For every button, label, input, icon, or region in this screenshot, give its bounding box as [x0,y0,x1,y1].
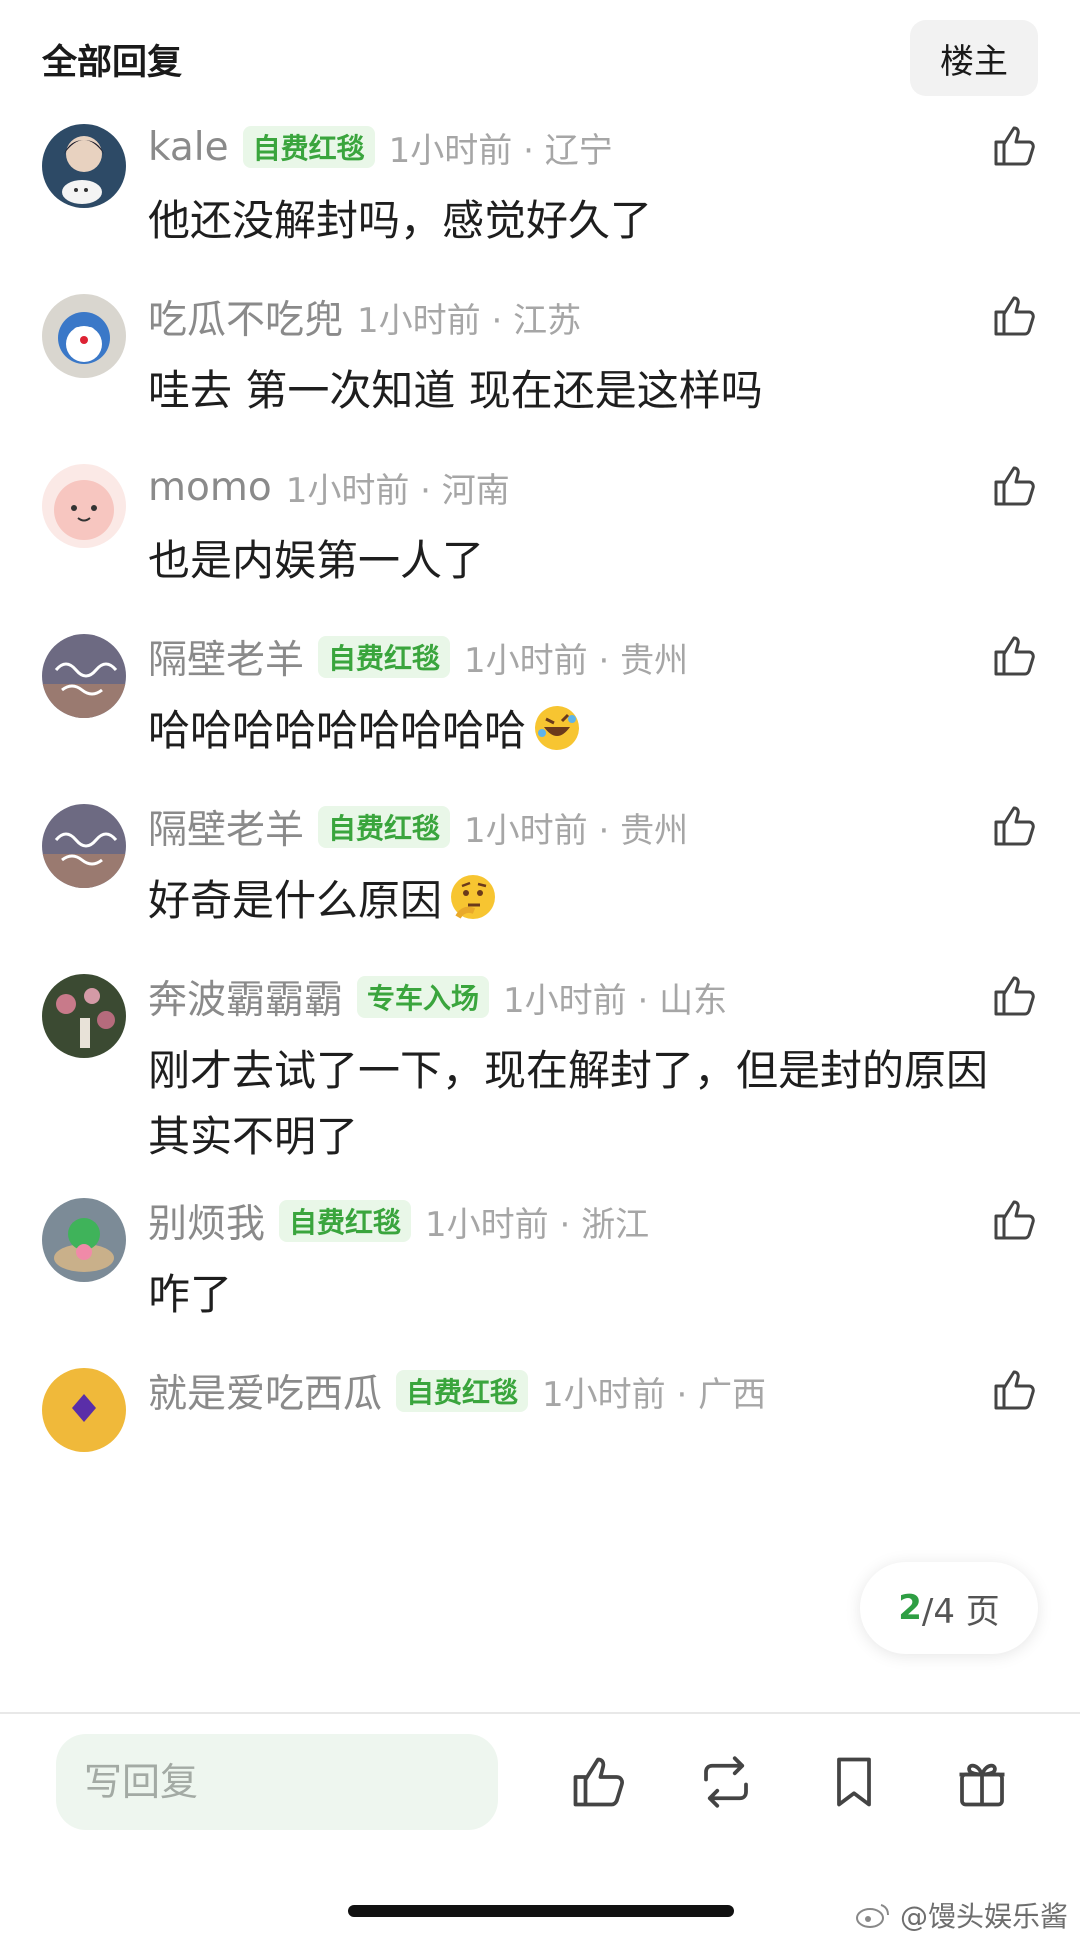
thinking-face-emoji [448,873,498,923]
username[interactable]: 吃瓜不吃兜 [148,289,343,345]
comment-time: 1小时前 · 贵州 [464,640,689,681]
like-icon[interactable] [568,1752,628,1812]
comment-meta: 隔壁老羊 自费红毯 1小时前 · 贵州 [148,629,689,685]
current-page: 2 [898,1588,922,1628]
thumbs-up-icon[interactable] [990,122,1038,170]
reply-input[interactable] [56,1734,498,1830]
comment-list[interactable]: kale 自费红毯 1小时前 · 辽宁 他还没解封吗，感觉好久了 吃瓜不吃兜 1… [0,110,1080,1712]
username[interactable]: 别烦我 [148,1193,265,1249]
user-badge: 自费红毯 [279,1200,412,1242]
comment-time: 1小时前 · 贵州 [464,810,689,851]
thumbs-up-icon[interactable] [990,972,1038,1020]
avatar[interactable] [42,294,126,378]
user-badge: 专车入场 [357,976,490,1018]
comment-time: 1小时前 · 河南 [285,470,510,511]
header: 全部回复 楼主 [0,0,1080,110]
username[interactable]: 隔壁老羊 [148,799,304,855]
avatar[interactable] [42,464,126,548]
avatar[interactable] [42,804,126,888]
page-indicator[interactable]: 2 /4 页 [860,1562,1038,1654]
page-title: 全部回复 [42,43,183,83]
thumbs-up-icon[interactable] [990,632,1038,680]
comment-meta: momo 1小时前 · 河南 [148,462,510,512]
comment-text: 他还没解封吗，感觉好久了 [148,196,653,245]
comment-time: 1小时前 · 浙江 [425,1204,650,1245]
comment-text: 也是内娱第一人了 [148,536,485,585]
comment-time: 1小时前 · 广西 [542,1374,767,1415]
bottom-action-bar: @馒头娱乐酱 [0,1712,1080,1941]
username[interactable]: 就是爱吃西瓜 [148,1363,382,1419]
thumbs-up-icon[interactable] [990,1196,1038,1244]
weibo-logo-icon [856,1904,889,1928]
username[interactable]: momo [148,465,272,510]
comment-text: 刚才去试了一下，现在解封了，但是封的原因其实不明了 [148,1046,989,1161]
comment-time: 1小时前 · 辽宁 [388,130,613,171]
thumbs-up-icon[interactable] [990,462,1038,510]
watermark-text: @馒头娱乐酱 [900,1900,1069,1933]
comment-text: 哈哈哈哈哈哈哈哈哈 [148,698,1028,764]
home-indicator[interactable] [348,1905,734,1917]
avatar[interactable] [42,634,126,718]
total-pages: /4 页 [921,1591,1000,1632]
username[interactable]: kale [148,125,229,170]
comment-text: 咋了 [148,1270,233,1319]
avatar[interactable] [42,1198,126,1282]
username[interactable]: 奔波霸霸霸 [148,969,343,1025]
comment-time: 1小时前 · 江苏 [357,300,582,341]
thumbs-up-icon[interactable] [990,292,1038,340]
avatar[interactable] [42,124,126,208]
comment-text: 哇去 第一次知道 现在还是这样吗 [148,366,763,415]
rolling-laughing-emoji [532,703,582,753]
comment-meta: 吃瓜不吃兜 1小时前 · 江苏 [148,289,582,345]
comment-text: 好奇是什么原因 [148,868,1028,934]
comment-meta: kale 自费红毯 1小时前 · 辽宁 [148,122,613,172]
comment-meta: 奔波霸霸霸 专车入场 1小时前 · 山东 [148,969,728,1025]
gift-icon[interactable] [952,1752,1012,1812]
avatar[interactable] [42,1368,126,1452]
thumbs-up-icon[interactable] [990,1366,1038,1414]
comment-time: 1小时前 · 山东 [503,980,728,1021]
user-badge: 自费红毯 [318,636,451,678]
comment-meta: 隔壁老羊 自费红毯 1小时前 · 贵州 [148,799,689,855]
comment-meta: 别烦我 自费红毯 1小时前 · 浙江 [148,1193,650,1249]
owner-filter-button[interactable]: 楼主 [910,20,1038,96]
comment-meta: 就是爱吃西瓜 自费红毯 1小时前 · 广西 [148,1363,767,1419]
user-badge: 自费红毯 [242,126,375,168]
username[interactable]: 隔壁老羊 [148,629,304,685]
user-badge: 自费红毯 [318,806,451,848]
bookmark-icon[interactable] [824,1752,884,1812]
user-badge: 自费红毯 [396,1370,529,1412]
thumbs-up-icon[interactable] [990,802,1038,850]
avatar[interactable] [42,974,126,1058]
repost-icon[interactable] [696,1752,756,1812]
